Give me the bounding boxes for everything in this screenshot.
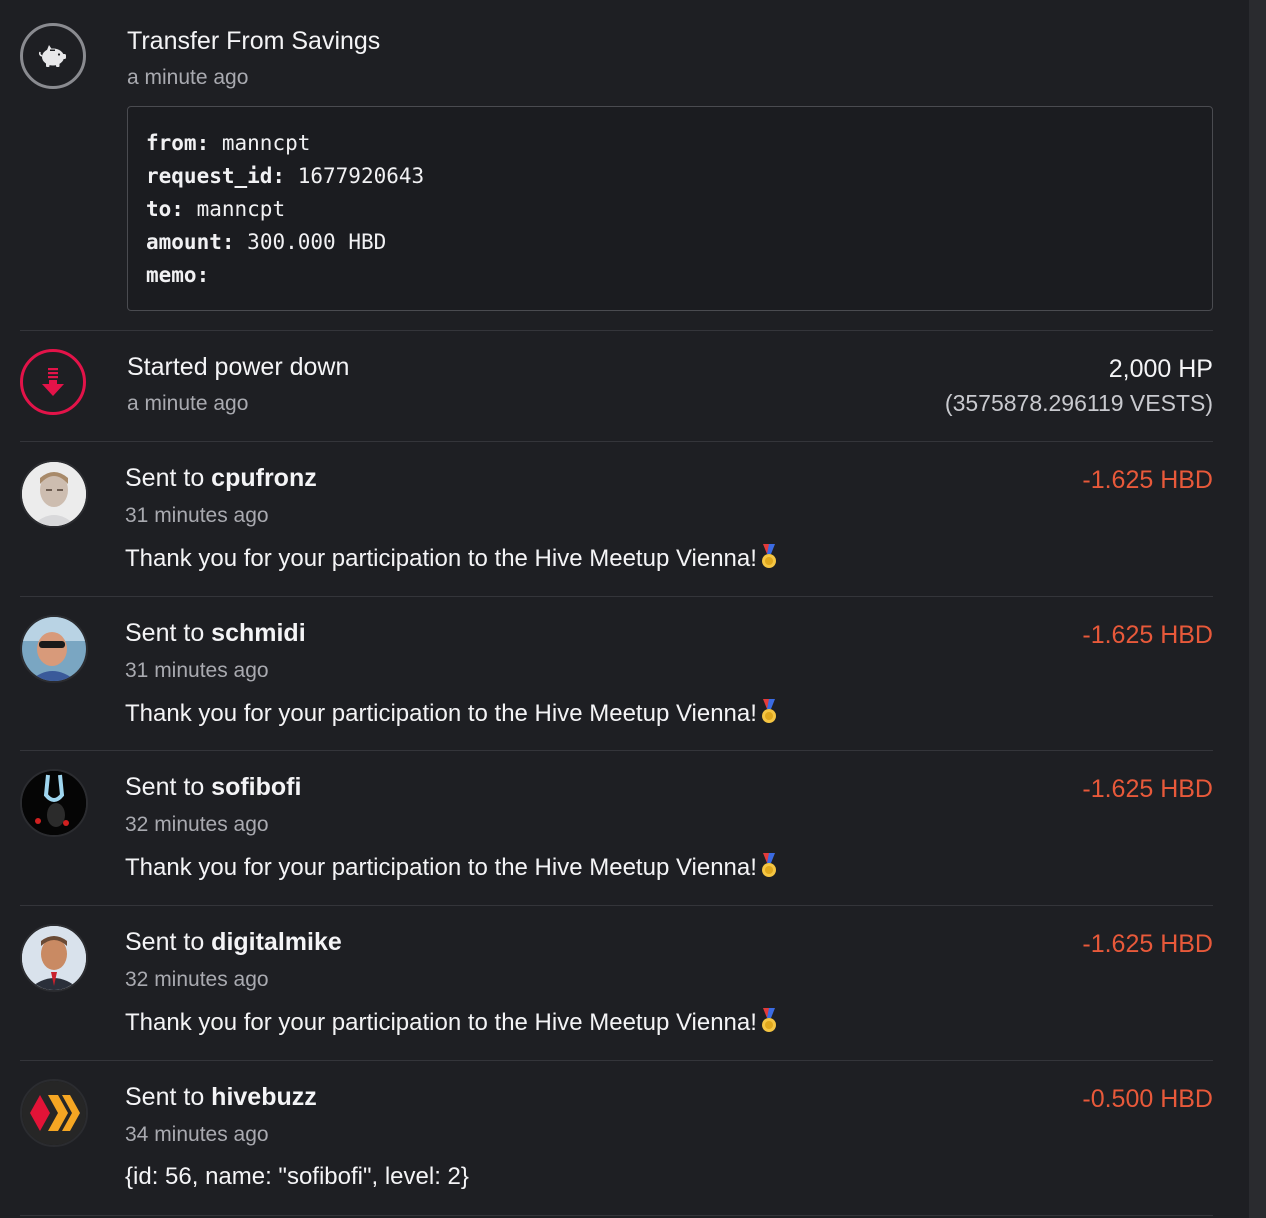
detail-row-request-id: request_id: 1677920643 — [146, 160, 1194, 193]
transfer-prefix: Sent to — [125, 1083, 212, 1111]
transfer-title: Sent to schmidi — [125, 619, 306, 648]
detail-key: amount: — [146, 230, 235, 254]
transfer-prefix: Sent to — [125, 464, 212, 492]
transfer-memo: {id: 56, name: "sofibofi", level: 2} — [125, 1163, 469, 1190]
power-down-arrow-icon — [20, 349, 86, 415]
history-item-time: a minute ago — [127, 392, 249, 415]
hivebuzz-logo-icon — [22, 1081, 86, 1145]
detail-key: memo: — [146, 263, 210, 287]
transfer-prefix: Sent to — [125, 773, 212, 801]
history-item-time: a minute ago — [127, 66, 249, 89]
recipient-link[interactable]: sofibofi — [211, 773, 301, 801]
detail-row-memo: memo: — [146, 259, 1194, 292]
memo-text: Thank you for your participation to the … — [125, 854, 757, 881]
power-down-amount: 2,000 HP — [1108, 355, 1213, 383]
history-item-transfer: Sent to schmidi 31 minutes ago Thank you… — [20, 597, 1213, 750]
detail-row-to: to: manncpt — [146, 193, 1194, 226]
transfer-amount: -1.625 HBD — [1082, 930, 1213, 958]
transfer-amount: -0.500 HBD — [1082, 1085, 1213, 1113]
history-item-transfer: Sent to cpufronz 31 minutes ago Thank yo… — [20, 442, 1213, 596]
history-item-time: 31 minutes ago — [125, 504, 269, 527]
history-item-title: Transfer From Savings — [127, 27, 381, 55]
transfer-title: Sent to sofibofi — [125, 773, 301, 802]
transfer-memo: Thank you for your participation to the … — [125, 1008, 778, 1037]
history-item-power-down: Started power down a minute ago 2,000 HP… — [20, 331, 1213, 441]
avatar[interactable] — [20, 460, 88, 528]
recipient-link[interactable]: digitalmike — [211, 928, 342, 956]
history-item-title: Started power down — [127, 353, 350, 381]
history-item-time: 31 minutes ago — [125, 659, 269, 682]
detail-key: from: — [146, 131, 210, 155]
avatar[interactable] — [20, 1079, 88, 1147]
detail-key: request_id: — [146, 164, 286, 188]
detail-value: 300.000 HBD — [247, 230, 387, 254]
medal-emoji-icon — [761, 544, 776, 568]
detail-value: manncpt — [221, 131, 311, 155]
history-item-transfer: Sent to digitalmike 32 minutes ago Thank… — [20, 906, 1213, 1060]
avatar[interactable] — [20, 924, 88, 992]
detail-row-from: from: manncpt — [146, 127, 1194, 160]
transfer-title: Sent to hivebuzz — [125, 1083, 317, 1112]
history-item-time: 32 minutes ago — [125, 813, 269, 836]
transfer-title: Sent to cpufronz — [125, 464, 317, 493]
transfer-amount: -1.625 HBD — [1082, 466, 1213, 494]
transfer-memo: Thank you for your participation to the … — [125, 699, 778, 728]
transfer-memo: Thank you for your participation to the … — [125, 853, 778, 882]
history-item-time: 34 minutes ago — [125, 1123, 269, 1146]
medal-emoji-icon — [761, 853, 776, 877]
divider — [20, 1215, 1213, 1216]
medal-emoji-icon — [761, 1008, 776, 1032]
medal-emoji-icon — [761, 699, 776, 723]
history-item-transfer: Sent to hivebuzz 34 minutes ago {id: 56,… — [20, 1061, 1213, 1215]
history-item-savings: Transfer From Savings a minute ago from:… — [20, 0, 1213, 330]
wallet-history-feed: Transfer From Savings a minute ago from:… — [20, 0, 1213, 1216]
transfer-prefix: Sent to — [125, 619, 212, 647]
detail-key: to: — [146, 197, 184, 221]
piggy-bank-icon — [20, 23, 86, 89]
transfer-amount: -1.625 HBD — [1082, 621, 1213, 649]
transfer-amount: -1.625 HBD — [1082, 775, 1213, 803]
recipient-link[interactable]: cpufronz — [211, 464, 317, 492]
detail-value: 1677920643 — [297, 164, 425, 188]
transfer-prefix: Sent to — [125, 928, 212, 956]
detail-value: manncpt — [196, 197, 286, 221]
memo-text: Thank you for your participation to the … — [125, 545, 757, 572]
detail-row-amount: amount: 300.000 HBD — [146, 226, 1194, 259]
transfer-memo: Thank you for your participation to the … — [125, 544, 778, 573]
history-item-time: 32 minutes ago — [125, 968, 269, 991]
power-down-vests: (3575878.296119 VESTS) — [944, 390, 1213, 416]
avatar[interactable] — [20, 769, 88, 837]
memo-text: Thank you for your participation to the … — [125, 700, 757, 727]
avatar[interactable] — [20, 615, 88, 683]
transfer-title: Sent to digitalmike — [125, 928, 342, 957]
recipient-link[interactable]: schmidi — [211, 619, 305, 647]
recipient-link[interactable]: hivebuzz — [211, 1083, 317, 1111]
memo-text: Thank you for your participation to the … — [125, 1009, 757, 1036]
scrollbar-track[interactable] — [1249, 0, 1266, 1218]
history-item-transfer: Sent to sofibofi 32 minutes ago Thank yo… — [20, 751, 1213, 905]
operation-details-box: from: manncpt request_id: 1677920643 to:… — [127, 106, 1213, 311]
